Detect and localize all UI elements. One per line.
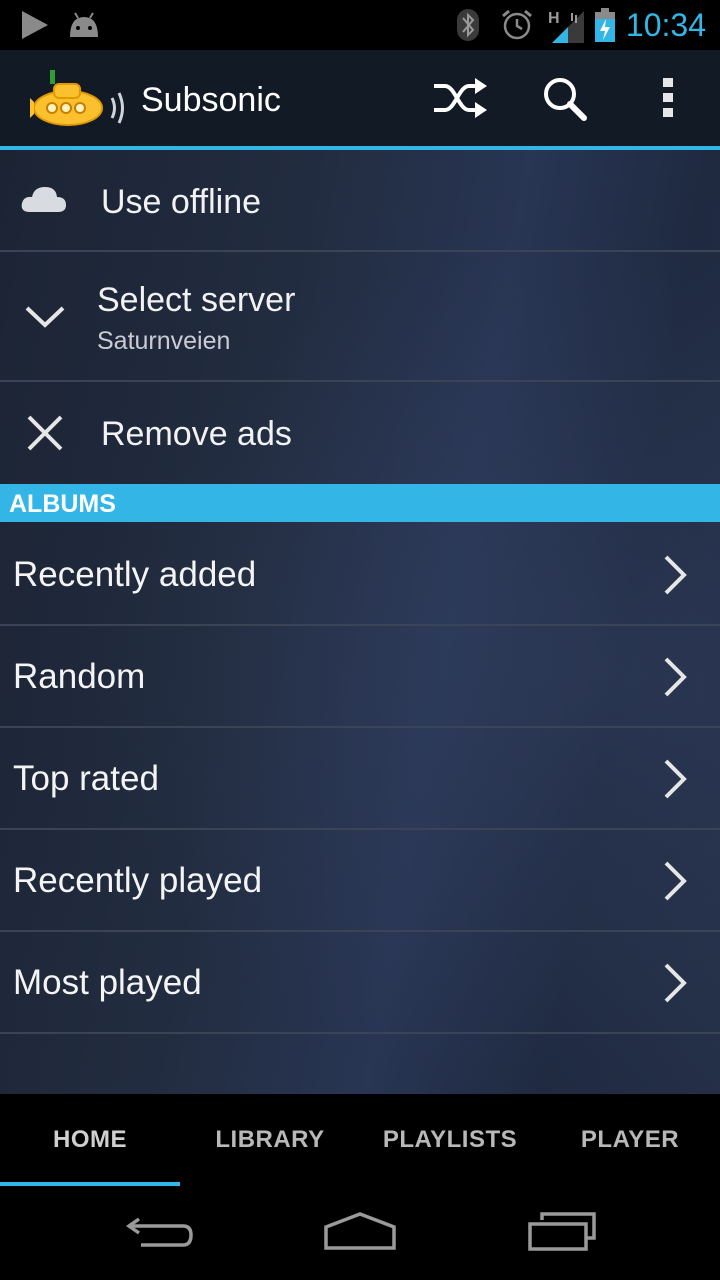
chevron-right-icon (660, 554, 690, 596)
tab-player[interactable]: PLAYER (540, 1094, 720, 1186)
overflow-menu-button[interactable] (636, 68, 700, 132)
signal-icon: H (546, 0, 586, 50)
screen: H 10:34 Subsonic Use offline Select serv… (0, 0, 720, 1280)
recent-apps-icon (526, 1210, 598, 1257)
use-offline-row[interactable]: Use offline (0, 150, 720, 252)
back-button[interactable] (100, 1198, 220, 1268)
list-item-label: Recently added (13, 555, 257, 594)
server-name-label: Saturnveien (97, 327, 231, 355)
list-item-label: Most played (13, 963, 202, 1002)
list-item[interactable]: Recently added (0, 524, 720, 626)
bottom-tab-bar: HOME LIBRARY PLAYLISTS PLAYER (0, 1094, 720, 1186)
list-item-label: Recently played (13, 861, 263, 900)
remove-ads-label: Remove ads (101, 415, 292, 453)
cloud-icon (20, 184, 68, 214)
chevron-right-icon (660, 656, 690, 698)
tab-playlists[interactable]: PLAYLISTS (360, 1094, 540, 1186)
chevron-down-icon (24, 304, 66, 330)
home-icon (322, 1211, 398, 1256)
action-bar: Subsonic (0, 50, 720, 150)
battery-charging-icon (594, 0, 616, 50)
chevron-right-icon (660, 962, 690, 1004)
search-icon (540, 74, 588, 127)
system-nav-bar (0, 1186, 720, 1280)
list-item[interactable]: Random (0, 626, 720, 728)
shuffle-button[interactable] (428, 68, 492, 132)
subsonic-logo-icon[interactable] (30, 68, 130, 135)
use-offline-label: Use offline (101, 183, 262, 221)
recent-apps-button[interactable] (502, 1198, 622, 1268)
app-title: Subsonic (141, 81, 281, 119)
remove-ads-row[interactable]: Remove ads (0, 382, 720, 482)
chevron-right-icon (660, 860, 690, 902)
select-server-label: Select server (97, 281, 296, 319)
network-type-label: H (548, 10, 560, 27)
clock: 10:34 (625, 7, 706, 43)
tab-home[interactable]: HOME (0, 1094, 180, 1186)
close-icon (26, 414, 64, 452)
status-bar: H 10:34 (0, 0, 720, 50)
shuffle-icon (431, 76, 489, 125)
back-icon (125, 1211, 195, 1256)
bluetooth-icon (456, 0, 480, 50)
albums-section-header: ALBUMS (0, 484, 720, 522)
list-item[interactable]: Top rated (0, 728, 720, 830)
overflow-menu-icon (662, 76, 674, 125)
list-item[interactable]: Most played (0, 932, 720, 1034)
home-button[interactable] (300, 1198, 420, 1268)
alarm-icon (500, 0, 534, 50)
play-icon (20, 0, 50, 50)
list-item-label: Top rated (13, 759, 159, 798)
search-button[interactable] (532, 68, 596, 132)
tab-library[interactable]: LIBRARY (180, 1094, 360, 1186)
android-icon (66, 0, 102, 50)
albums-header-label: ALBUMS (9, 490, 116, 518)
list-item-label: Random (13, 657, 146, 696)
select-server-row[interactable]: Select server Saturnveien (0, 252, 720, 382)
chevron-right-icon (660, 758, 690, 800)
list-item[interactable]: Recently played (0, 830, 720, 932)
